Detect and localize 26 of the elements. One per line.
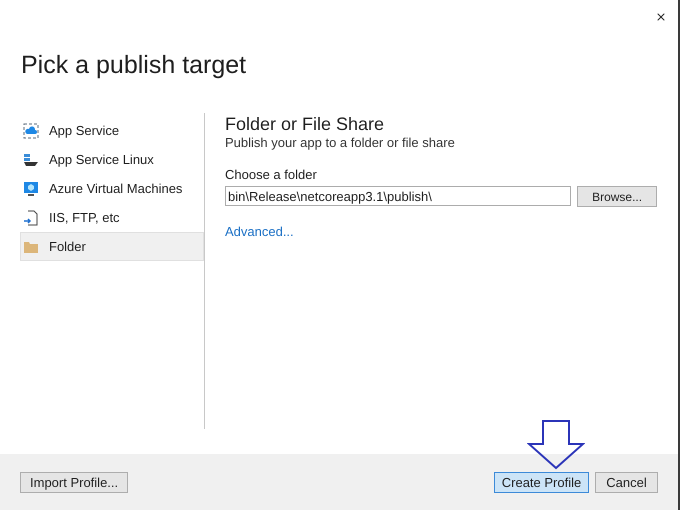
target-item[interactable]: App Service xyxy=(20,116,204,145)
target-item[interactable]: Folder xyxy=(20,232,204,261)
advanced-link[interactable]: Advanced... xyxy=(225,222,294,242)
target-item[interactable]: Azure Virtual Machines xyxy=(20,174,204,203)
down-arrow-annotation xyxy=(527,420,585,470)
dialog-title: Pick a publish target xyxy=(21,50,246,81)
target-item[interactable]: App Service Linux xyxy=(20,145,204,174)
target-label: IIS, FTP, etc xyxy=(49,208,120,227)
server-stack-icon xyxy=(23,152,39,168)
close-icon xyxy=(655,11,667,23)
virtual-machine-icon xyxy=(23,180,39,196)
section-description: Publish your app to a folder or file share xyxy=(225,135,455,151)
target-label: Azure Virtual Machines xyxy=(49,180,182,198)
target-label: Folder xyxy=(49,238,86,256)
cloud-app-icon xyxy=(23,122,39,138)
section-heading: Folder or File Share xyxy=(225,113,384,135)
target-item[interactable]: IIS, FTP, etc xyxy=(20,203,204,232)
create-profile-button[interactable]: Create Profile xyxy=(494,472,589,492)
browse-button[interactable]: Browse... xyxy=(577,186,657,207)
folder-path-field[interactable]: bin\Release\netcoreapp3.1\publish\ xyxy=(225,186,572,206)
import-profile-button[interactable]: Import Profile... xyxy=(20,472,128,492)
file-transfer-icon xyxy=(23,210,39,226)
target-label: App Service Linux xyxy=(49,150,154,169)
target-label: App Service xyxy=(49,122,120,140)
cancel-button[interactable]: Cancel xyxy=(595,472,658,492)
field-label: Choose a folder xyxy=(225,167,317,183)
